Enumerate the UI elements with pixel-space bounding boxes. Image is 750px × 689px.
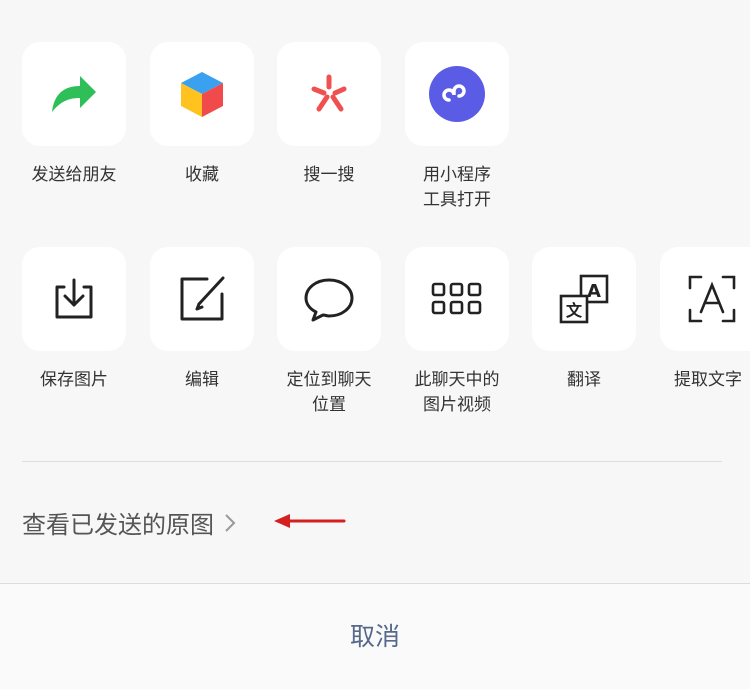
save-image-label: 保存图片 — [40, 370, 108, 390]
edit-label: 编辑 — [185, 370, 219, 390]
section-divider — [22, 461, 722, 462]
mini-program-icon — [428, 65, 486, 123]
open-mini-program-button[interactable] — [405, 42, 509, 146]
favorite-cube-icon — [175, 67, 229, 121]
extract-text-button[interactable] — [660, 247, 750, 351]
svg-text:文: 文 — [566, 301, 583, 320]
locate-in-chat-label: 定位到聊天 位置 — [286, 370, 372, 415]
send-to-friend-label: 发送给朋友 — [31, 165, 117, 185]
extract-text-label: 提取文字 — [674, 370, 742, 390]
cancel-button[interactable]: 取消 — [0, 617, 750, 653]
forward-arrow-icon — [48, 68, 100, 120]
save-download-icon — [50, 275, 98, 323]
locate-in-chat-button[interactable] — [277, 247, 381, 351]
translate-icon: A 文 — [557, 272, 611, 326]
annotation-arrow-icon — [274, 512, 346, 530]
translate-label: 翻译 — [567, 370, 601, 390]
save-image-button[interactable] — [22, 247, 126, 351]
search-spark-icon — [304, 69, 354, 119]
favorite-button[interactable] — [150, 42, 254, 146]
edit-button[interactable] — [150, 247, 254, 351]
translate-button[interactable]: A 文 — [532, 247, 636, 351]
chat-media-button[interactable] — [405, 247, 509, 351]
chat-bubble-icon — [302, 274, 356, 324]
open-mini-program-label: 用小程序 工具打开 — [423, 165, 491, 210]
view-original-label: 查看已发送的原图 — [22, 511, 214, 539]
view-original-button[interactable]: 查看已发送的原图 — [22, 505, 236, 540]
send-to-friend-button[interactable] — [22, 42, 126, 146]
grid-icon — [431, 281, 483, 317]
chat-media-label: 此聊天中的 图片视频 — [414, 370, 500, 415]
favorite-label: 收藏 — [185, 165, 219, 185]
text-scan-icon — [687, 274, 737, 324]
search-label: 搜一搜 — [303, 165, 355, 185]
chevron-right-icon — [224, 513, 236, 533]
svg-text:A: A — [587, 281, 601, 302]
edit-pencil-icon — [177, 274, 227, 324]
search-button[interactable] — [277, 42, 381, 146]
